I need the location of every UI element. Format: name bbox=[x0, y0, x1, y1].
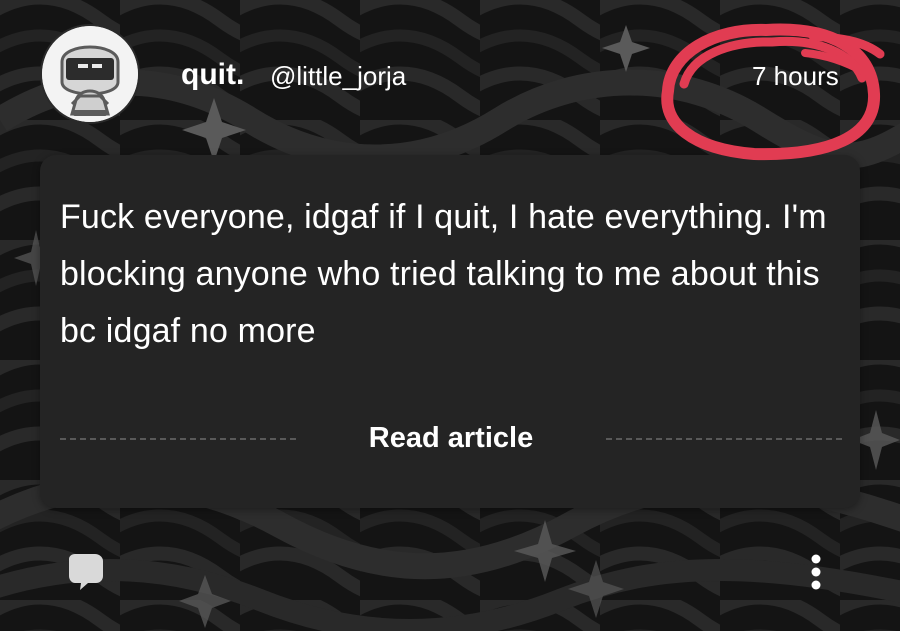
post-screen: quit. @little_jorja 7 hours Fuck everyon… bbox=[0, 0, 900, 631]
display-name[interactable]: quit. bbox=[181, 58, 244, 92]
right-dashed-divider bbox=[606, 438, 842, 440]
comment-icon[interactable] bbox=[66, 554, 104, 590]
annotation-circle bbox=[661, 23, 885, 161]
hooded-character-avatar-icon bbox=[42, 26, 138, 122]
post-card[interactable]: Fuck everyone, idgaf if I quit, I hate e… bbox=[40, 155, 860, 508]
more-options-icon[interactable] bbox=[802, 552, 830, 592]
post-body: Fuck everyone, idgaf if I quit, I hate e… bbox=[60, 198, 827, 350]
avatar[interactable] bbox=[40, 24, 140, 124]
read-article-row[interactable]: Read article bbox=[60, 413, 842, 463]
username[interactable]: @little_jorja bbox=[270, 61, 406, 92]
